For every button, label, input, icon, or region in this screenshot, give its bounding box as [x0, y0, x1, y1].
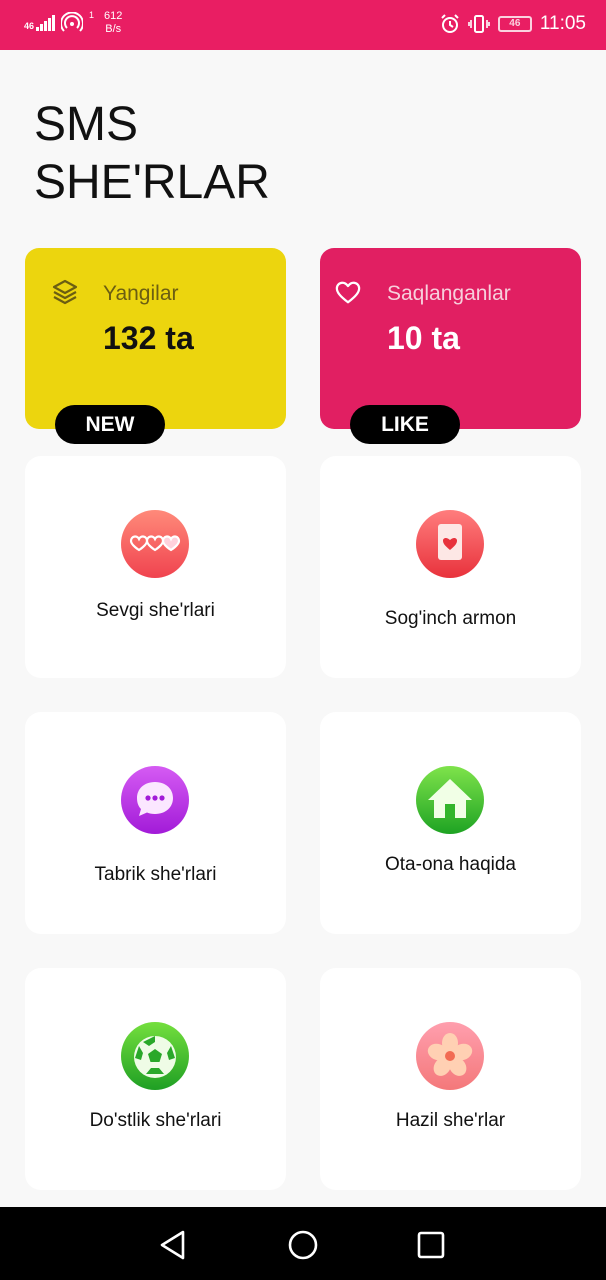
title-line-1: SMS — [34, 98, 139, 151]
category-card-parents[interactable]: Ota-ona haqida — [320, 712, 581, 934]
category-label: Ota-ona haqida — [385, 854, 516, 875]
new-poems-card[interactable]: Yangilar 132 ta — [25, 248, 286, 429]
flower-icon — [416, 1022, 484, 1090]
system-nav-bar — [0, 1207, 606, 1280]
chat-bubble-icon — [121, 766, 189, 834]
like-badge: LIKE — [350, 405, 460, 444]
new-card-label: Yangilar — [103, 282, 179, 305]
back-icon[interactable] — [153, 1225, 193, 1265]
category-card-longing[interactable]: Sog'inch armon — [320, 456, 581, 678]
battery-icon: 46 — [497, 16, 532, 32]
speed-value: 612 — [104, 10, 123, 22]
category-card-congrats[interactable]: Tabrik she'rlari — [25, 712, 286, 934]
recents-icon[interactable] — [411, 1225, 451, 1265]
network-speed: 612 B/s — [104, 10, 122, 36]
hearts-glasses-icon — [121, 510, 189, 578]
title-line-2: SHE'RLAR — [34, 156, 270, 209]
category-card-friendship[interactable]: Do'stlik she'rlari — [25, 968, 286, 1190]
new-card-count: 132 ta — [103, 320, 194, 356]
speed-unit: B/s — [105, 23, 122, 35]
status-right: 46 11:05 — [440, 12, 586, 36]
new-badge: NEW — [55, 405, 165, 444]
saved-poems-card[interactable]: Saqlanganlar 10 ta — [320, 248, 581, 429]
like-card-count: 10 ta — [387, 320, 460, 356]
heart-outline-icon — [335, 281, 361, 304]
status-bar: 46 1 612 B/s 46 11:05 — [0, 0, 606, 50]
category-label: Sevgi she'rlari — [96, 600, 215, 621]
vibrate-icon — [468, 15, 490, 33]
clock: 11:05 — [539, 13, 586, 34]
category-label: Do'stlik she'rlari — [89, 1110, 222, 1131]
sim-index: 1 — [89, 10, 95, 20]
like-card-label: Saqlanganlar — [387, 282, 511, 305]
network-type: 46 — [24, 21, 35, 31]
home-icon — [416, 766, 484, 834]
category-label: Sog'inch armon — [384, 608, 517, 629]
heart-card-icon — [416, 510, 484, 578]
signal-icon: 46 — [24, 15, 56, 31]
soccer-ball-icon — [121, 1022, 189, 1090]
home-circle-icon[interactable] — [283, 1225, 323, 1265]
status-left: 46 1 612 B/s — [24, 10, 122, 36]
category-label: Hazil she'rlar — [395, 1110, 506, 1131]
category-label: Tabrik she'rlari — [94, 864, 217, 885]
page-title: SMS SHE'RLAR — [34, 96, 270, 212]
hotspot-icon — [61, 12, 84, 32]
layers-icon — [52, 279, 78, 305]
category-card-love[interactable]: Sevgi she'rlari — [25, 456, 286, 678]
alarm-icon — [441, 14, 459, 33]
category-card-humor[interactable]: Hazil she'rlar — [320, 968, 581, 1190]
